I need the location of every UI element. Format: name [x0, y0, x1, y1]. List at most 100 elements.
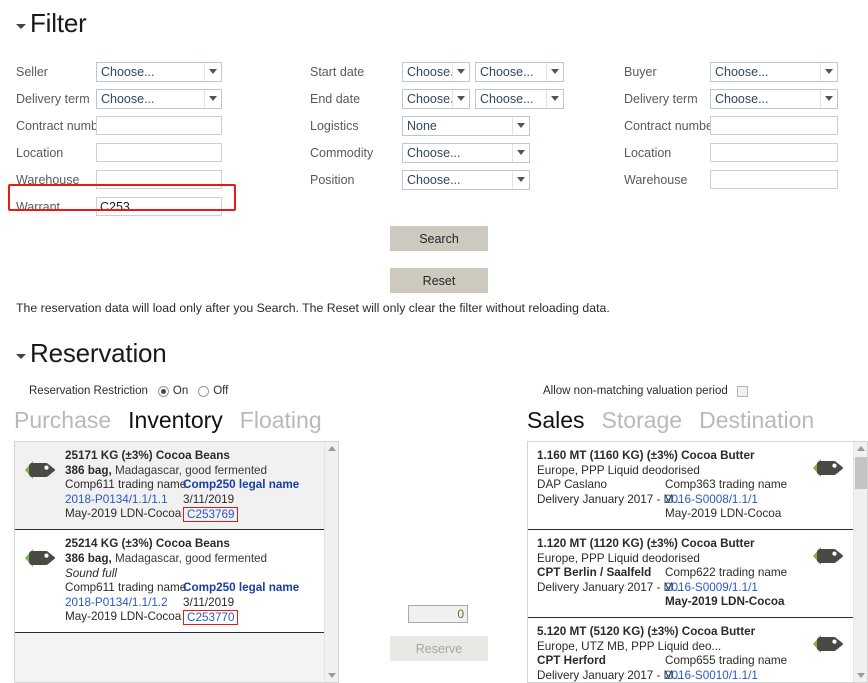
chevron-down-icon[interactable] [546, 62, 563, 81]
restriction-off-radio[interactable] [198, 385, 210, 397]
item-title: 5.120 MT (5120 KG) (±3%) Cocoa Butter [537, 624, 756, 638]
item-contract-ref[interactable]: 2018-P0134/1.1/1.1 [65, 493, 183, 508]
scroll-down-icon[interactable] [325, 669, 338, 682]
label-warrant: Warrant [16, 199, 60, 214]
reservation-page: Filter Seller Choose... Delivery term Ch… [0, 0, 868, 683]
filter-row-warrant: Warrant [16, 193, 222, 220]
chevron-down-icon[interactable] [204, 89, 221, 108]
sales-list-panel[interactable]: 1.160 MT (1160 KG) (±3%) Cocoa Butter Eu… [527, 441, 868, 683]
item-contract-ref[interactable]: 2016-S0009/1.1/1 [665, 581, 758, 596]
seller-select[interactable]: Choose... [96, 61, 222, 82]
item-position: May-2019 LDN-Cocoa [65, 610, 182, 624]
item-term: CPT Berlin / Saalfeld [537, 566, 652, 580]
collapse-caret-icon[interactable] [16, 354, 26, 359]
search-button[interactable]: Search [390, 226, 488, 251]
logistics-select[interactable]: None [402, 115, 530, 136]
end-date-select-1[interactable]: Choose... [402, 88, 470, 109]
item-trading-name: Comp363 trading name [665, 478, 788, 492]
chevron-down-icon[interactable] [512, 170, 529, 189]
filter-row-contract-number: Contract number [16, 112, 222, 139]
item-subtitle: Europe, UTZ MB, PPP Liquid deo... [537, 639, 722, 653]
chevron-down-icon[interactable] [512, 143, 529, 162]
tab-purchase[interactable]: Purchase [14, 407, 111, 434]
warrant-input[interactable] [96, 197, 222, 216]
left-tabs: Purchase Inventory Floating [14, 407, 322, 434]
label-buyer: Buyer [624, 64, 657, 79]
collapse-caret-icon[interactable] [16, 24, 26, 29]
label-logistics: Logistics [310, 118, 359, 133]
delivery-term-select-value: Choose... [101, 91, 155, 106]
label-start-date: Start date [310, 64, 365, 79]
start-date-select-2[interactable]: Choose... [475, 61, 564, 82]
tab-storage[interactable]: Storage [602, 407, 683, 434]
contract-number-input[interactable] [96, 116, 222, 135]
buyer-location-input[interactable] [710, 143, 838, 162]
scroll-up-icon[interactable] [854, 442, 867, 455]
position-select[interactable]: Choose... [402, 169, 530, 190]
chevron-down-icon[interactable] [452, 89, 469, 108]
reserve-button[interactable]: Reserve [390, 636, 488, 661]
scroll-down-icon[interactable] [854, 669, 867, 682]
list-item[interactable]: 1.160 MT (1160 KG) (±3%) Cocoa Butter Eu… [528, 442, 853, 530]
chevron-down-icon[interactable] [452, 62, 469, 81]
list-item[interactable]: 1.120 MT (1120 KG) (±3%) Cocoa Butter Eu… [528, 529, 853, 618]
scrollbar-thumb[interactable] [855, 457, 867, 489]
allow-valuation-label: Allow non-matching valuation period [543, 385, 728, 397]
list-item[interactable]: 5.120 MT (5120 KG) (±3%) Cocoa Butter Eu… [528, 617, 853, 682]
chevron-down-icon[interactable] [204, 62, 221, 81]
sales-scrollbar[interactable] [853, 442, 867, 682]
buyer-delivery-term-select[interactable]: Choose... [710, 88, 838, 109]
buyer-warehouse-input[interactable] [710, 170, 838, 189]
item-contract-ref[interactable]: 2018-P0134/1.1/1.2 [65, 596, 183, 611]
reservation-restriction-group: Reservation Restriction On Off [29, 385, 228, 397]
chevron-down-icon[interactable] [820, 62, 837, 81]
item-term: CPT Herford [537, 654, 606, 668]
restriction-on-label: On [172, 385, 189, 397]
filter-section-header[interactable]: Filter [16, 8, 87, 39]
tab-inventory[interactable]: Inventory [128, 407, 223, 434]
restriction-on-radio[interactable] [157, 385, 169, 397]
item-contract-ref[interactable]: 2016-S0010/1.1/1 [665, 669, 758, 682]
filter-note: The reservation data will load only afte… [16, 301, 610, 315]
item-delivery: Delivery January 2017 - M... [537, 580, 684, 594]
item-warrant[interactable]: C253769 [183, 507, 239, 523]
chevron-down-icon[interactable] [820, 89, 837, 108]
item-subtitle-bold: 386 bag, [65, 551, 112, 565]
buyer-delivery-term-select-value: Choose... [715, 91, 769, 106]
inventory-list-panel[interactable]: 25171 KG (±3%) Cocoa Beans 386 bag, Mada… [14, 441, 339, 683]
tab-destination[interactable]: Destination [699, 407, 814, 434]
chevron-down-icon[interactable] [546, 89, 563, 108]
chevron-down-icon[interactable] [512, 116, 529, 135]
item-delivery: Delivery January 2017 - M... [537, 668, 684, 682]
filter-column-left: Seller Choose... Delivery term Choose...… [16, 58, 222, 220]
sales-cards: 1.160 MT (1160 KG) (±3%) Cocoa Butter Eu… [528, 442, 853, 682]
item-title: 1.120 MT (1120 KG) (±3%) Cocoa Butter [537, 536, 755, 550]
warehouse-input[interactable] [96, 170, 222, 189]
list-item[interactable]: 25171 KG (±3%) Cocoa Beans 386 bag, Mada… [15, 442, 324, 531]
delivery-term-select[interactable]: Choose... [96, 88, 222, 109]
item-warrant[interactable]: C253770 [183, 610, 239, 626]
item-contract-ref[interactable]: 2016-S0008/1.1/1 [665, 493, 758, 508]
buyer-contract-number-input[interactable] [710, 116, 838, 135]
filter-title: Filter [30, 8, 87, 38]
reservation-section-header[interactable]: Reservation [16, 338, 167, 369]
tab-floating[interactable]: Floating [240, 407, 322, 434]
tag-icon [813, 459, 844, 477]
end-date-select-2[interactable]: Choose... [475, 88, 564, 109]
item-legal-name[interactable]: Comp250 legal name [183, 478, 299, 493]
commodity-select[interactable]: Choose... [402, 142, 530, 163]
reset-button[interactable]: Reset [390, 268, 488, 293]
scroll-up-icon[interactable] [325, 442, 338, 455]
reserve-quantity-input[interactable] [408, 605, 468, 623]
list-item[interactable]: 25214 KG (±3%) Cocoa Beans 386 bag, Mada… [15, 530, 324, 634]
item-legal-name[interactable]: Comp250 legal name [183, 581, 299, 596]
label-end-date: End date [310, 91, 361, 106]
allow-valuation-checkbox[interactable] [736, 385, 748, 397]
list-item-body: 25214 KG (±3%) Cocoa Beans 386 bag, Mada… [65, 537, 316, 626]
tag-icon [813, 634, 844, 653]
buyer-select[interactable]: Choose... [710, 61, 838, 82]
tab-sales[interactable]: Sales [527, 407, 585, 434]
location-input[interactable] [96, 143, 222, 162]
start-date-select-1[interactable]: Choose... [402, 61, 470, 82]
inventory-scrollbar[interactable] [324, 442, 338, 682]
